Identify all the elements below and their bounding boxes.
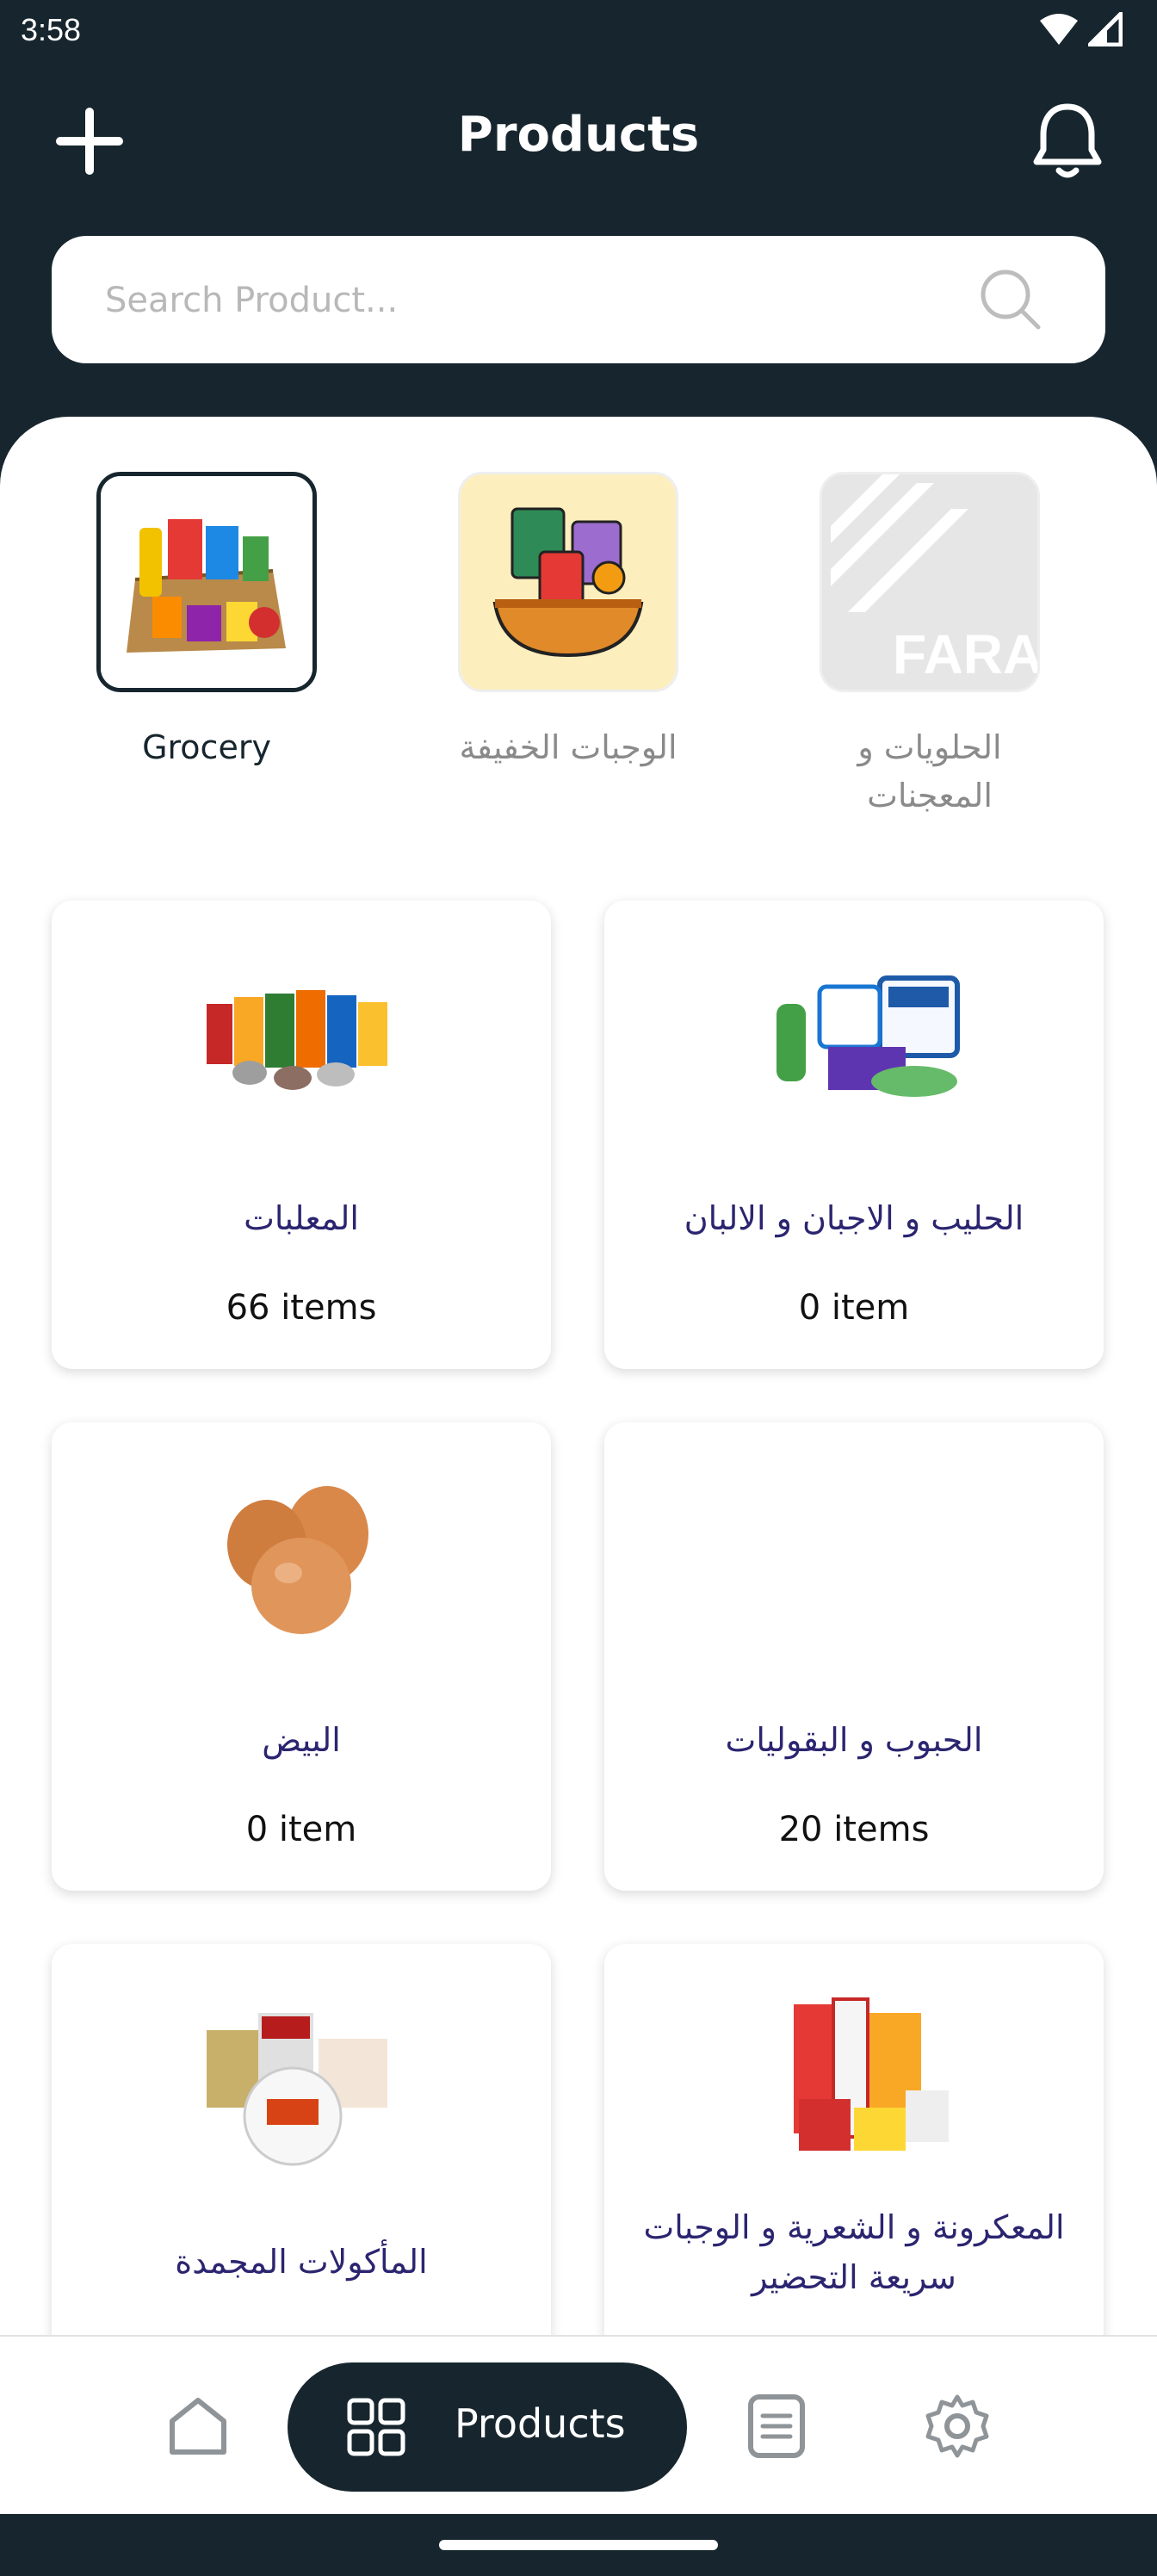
gear-icon[interactable] [923, 2392, 992, 2461]
category-label: الحلويات و المعجنات [857, 728, 1002, 814]
product-name: المعلبات [244, 1199, 359, 1237]
signal-icon [1088, 12, 1123, 46]
gesture-nav-area [0, 2514, 1157, 2576]
product-name: المعكرونة و الشعرية و الوجبات سريعة التح… [643, 2208, 1065, 2296]
status-icons [1038, 12, 1123, 46]
home-icon[interactable] [164, 2392, 232, 2461]
category-list: Grocery الوجبات الخفيفة FARA الحلويات و … [0, 472, 1157, 816]
product-card[interactable]: الحبوب و البقوليات 20 items [604, 1422, 1104, 1891]
app-header: Products [0, 62, 1157, 217]
wifi-icon [1040, 14, 1078, 45]
category-thumbnail-text: FARA [893, 623, 1040, 685]
grid-icon [347, 2398, 405, 2456]
product-card[interactable]: البيض 0 item [52, 1422, 551, 1891]
category-label: الوجبات الخفيفة [459, 728, 677, 766]
document-icon[interactable] [742, 2392, 811, 2461]
status-bar: 3:58 [0, 0, 1157, 62]
gesture-handle[interactable] [439, 2540, 718, 2550]
product-image [794, 1997, 949, 2151]
category-thumbnail: FARA [820, 472, 1040, 692]
product-count: 66 items [226, 1288, 377, 1328]
product-name: الحبوب و البقوليات [725, 1721, 983, 1759]
nav-products-label: Products [455, 2400, 626, 2447]
product-image [207, 2013, 387, 2166]
product-image [776, 975, 960, 1097]
search-input[interactable] [103, 236, 968, 365]
product-name: المأكولات المجمدة [175, 2243, 428, 2281]
category-item-grocery[interactable]: Grocery [69, 472, 344, 771]
bottom-nav: Products [0, 2335, 1157, 2516]
product-card[interactable]: الحليب و الاجبان و الالبان 0 item [604, 901, 1104, 1369]
product-count: 0 item [798, 1288, 910, 1328]
category-thumbnail [96, 472, 317, 692]
search-bar [52, 236, 1105, 365]
category-label: Grocery [142, 728, 271, 766]
category-item-snacks[interactable]: الوجبات الخفيفة [430, 472, 706, 771]
product-card[interactable]: المأكولات المجمدة [52, 1944, 551, 2337]
category-thumbnail [458, 472, 678, 692]
product-count: 20 items [778, 1810, 930, 1849]
status-time: 3:58 [21, 12, 82, 47]
product-image [207, 990, 387, 1090]
category-item-sweets[interactable]: FARA الحلويات و المعجنات [792, 472, 1067, 820]
bell-icon[interactable] [1030, 100, 1105, 183]
product-card[interactable]: المعكرونة و الشعرية و الوجبات سريعة التح… [604, 1944, 1104, 2337]
page-title: Products [457, 107, 700, 163]
product-name: البيض [262, 1721, 341, 1759]
nav-products-button[interactable]: Products [288, 2362, 687, 2492]
product-card[interactable]: المعلبات 66 items [52, 901, 551, 1369]
search-icon[interactable] [976, 265, 1045, 334]
product-count: 0 item [245, 1810, 357, 1849]
product-name: الحليب و الاجبان و الالبان [684, 1199, 1024, 1237]
content-sheet: Grocery الوجبات الخفيفة FARA الحلويات و … [0, 417, 1157, 2337]
product-image [227, 1486, 368, 1634]
